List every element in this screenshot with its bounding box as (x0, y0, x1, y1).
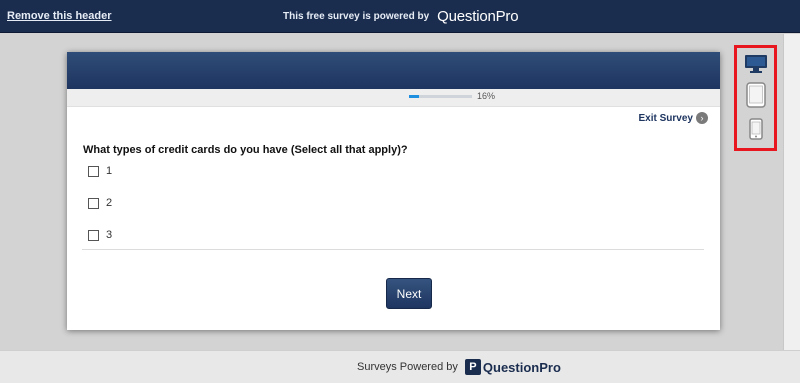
divider (82, 249, 704, 250)
questionpro-badge-icon: P (464, 359, 481, 375)
next-button[interactable]: Next (386, 278, 432, 309)
footer-text: Surveys Powered by (357, 361, 458, 373)
questionpro-logo[interactable]: QuestionPro (437, 8, 518, 25)
progress-bar (409, 95, 472, 98)
progress-bar-fill (409, 95, 420, 98)
option-label: 2 (106, 197, 113, 209)
powered-by-text: This free survey is powered by (283, 11, 430, 22)
progress-row: 16% (67, 89, 720, 107)
option-3[interactable]: 3 (88, 229, 112, 241)
footer-powered-by: Surveys Powered by P QuestionPro (357, 359, 561, 375)
exit-survey-label: Exit Survey (638, 112, 693, 124)
survey-header (67, 52, 720, 89)
footer: Surveys Powered by P QuestionPro (0, 350, 800, 383)
option-1[interactable]: 1 (88, 165, 112, 177)
top-header-bar: Remove this header This free survey is p… (0, 0, 800, 33)
scrollbar[interactable] (783, 34, 800, 350)
survey-card: 16% Exit Survey › What types of credit c… (67, 52, 720, 330)
tablet-icon[interactable] (737, 82, 774, 108)
checkbox[interactable] (88, 229, 99, 241)
option-label: 3 (106, 229, 113, 241)
progress-percent: 16% (477, 91, 496, 101)
chevron-right-circle-icon: › (696, 112, 708, 124)
exit-survey-link[interactable]: Exit Survey › (639, 112, 708, 124)
remove-header-link[interactable]: Remove this header (7, 10, 112, 22)
footer-brand: QuestionPro (482, 359, 561, 375)
phone-icon[interactable] (737, 118, 774, 140)
option-label: 1 (106, 165, 113, 177)
powered-by: This free survey is powered by QuestionP… (283, 8, 519, 25)
device-selector (734, 45, 777, 151)
footer-logo[interactable]: P QuestionPro (464, 359, 561, 375)
desktop-icon[interactable] (737, 54, 774, 74)
checkbox[interactable] (88, 197, 99, 209)
option-2[interactable]: 2 (88, 197, 112, 209)
checkbox[interactable] (88, 165, 99, 177)
question-text: What types of credit cards do you have (… (83, 144, 408, 156)
